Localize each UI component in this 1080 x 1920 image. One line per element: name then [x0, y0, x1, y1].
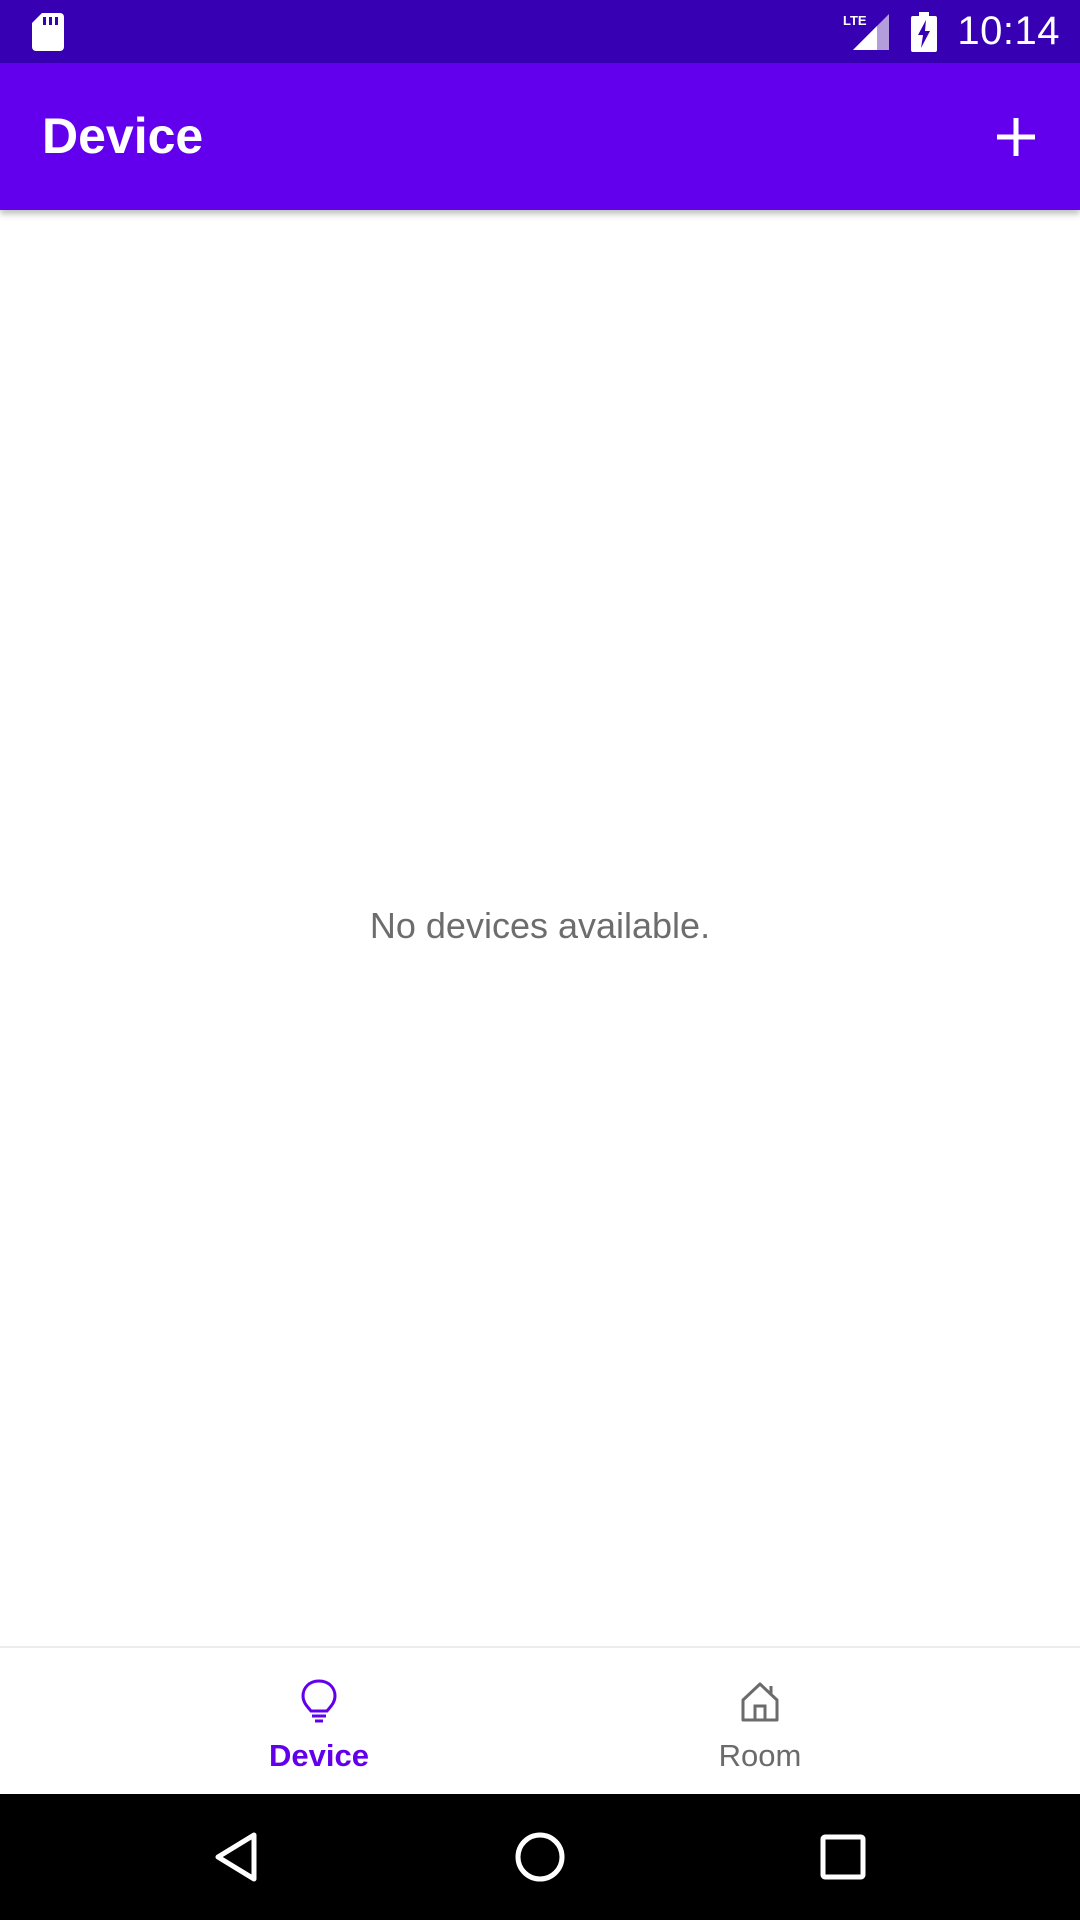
bottom-nav-label-device: Device [269, 1738, 369, 1773]
system-navigation-bar [0, 1794, 1080, 1920]
lte-signal-icon: LTE [843, 13, 890, 50]
bottom-navigation: Device Room [0, 1646, 1080, 1794]
status-bar: LTE 10:14 [0, 0, 1080, 63]
svg-text:LTE: LTE [843, 13, 867, 28]
lightbulb-icon [301, 1679, 337, 1723]
system-recents-button[interactable] [803, 1817, 883, 1897]
battery-charging-icon [911, 11, 938, 52]
recents-icon [820, 1834, 866, 1880]
status-icons: LTE 10:14 [843, 0, 1060, 63]
bottom-nav-item-room[interactable]: Room [640, 1648, 880, 1796]
empty-state-message: No devices available. [369, 905, 711, 946]
back-icon [215, 1832, 257, 1882]
add-device-button[interactable] [972, 93, 1060, 181]
system-home-button[interactable] [500, 1817, 580, 1897]
page-title: Device [42, 108, 204, 164]
bottom-nav-item-device[interactable]: Device [199, 1648, 439, 1796]
bottom-nav-label-room: Room [718, 1738, 802, 1773]
status-time: 10:14 [957, 9, 1060, 53]
device-list-area: No devices available. [0, 210, 1080, 1646]
sd-card-icon [32, 13, 64, 51]
add-icon [997, 118, 1035, 156]
house-icon [741, 1682, 779, 1722]
screen: LTE 10:14 Device No devices available. D… [0, 0, 1080, 1920]
app-bar: Device [0, 63, 1080, 210]
home-icon [515, 1832, 565, 1882]
system-back-button[interactable] [196, 1817, 276, 1897]
